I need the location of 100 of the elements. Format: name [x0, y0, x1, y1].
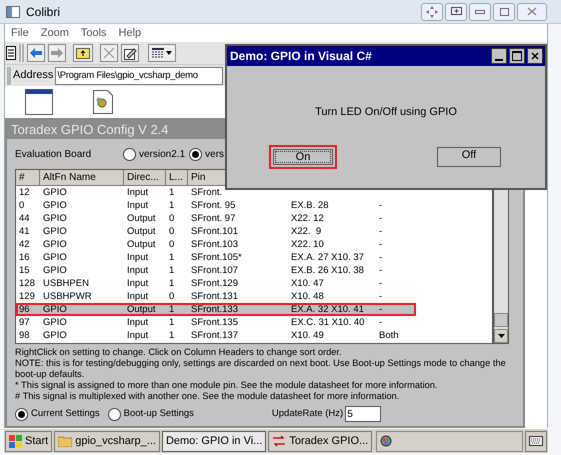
maximize-icon	[500, 8, 508, 16]
properties-button[interactable]	[121, 44, 139, 62]
down-arrow-icon	[498, 334, 504, 338]
table-cell-text: -	[378, 225, 384, 238]
address-field[interactable]: \Program Files\gpio_vcsharp_demo	[55, 66, 224, 84]
table-cell-text: SFront.107	[190, 264, 239, 277]
table-cell-text: -	[378, 264, 384, 277]
arrows-icon	[272, 435, 286, 447]
keyboard-button[interactable]	[525, 430, 547, 452]
up-folder-button[interactable]	[73, 44, 93, 62]
menu-item[interactable]: Zoom	[40, 24, 69, 42]
dock-button[interactable]	[445, 2, 467, 20]
menu-item[interactable]: Tools	[80, 24, 107, 42]
menu-item[interactable]: Help	[118, 24, 142, 42]
app-title: Toradex GPIO Config V 2.4	[11, 120, 169, 139]
right-arrow-icon	[51, 48, 63, 58]
close-button[interactable]	[527, 48, 543, 64]
radio-button[interactable]	[189, 148, 202, 160]
back-button[interactable]	[27, 44, 45, 62]
table-cell-text: X22. 9	[290, 225, 322, 238]
grip-icon	[7, 66, 11, 84]
column-header[interactable]: #	[16, 170, 40, 186]
table-cell-text: EX.A. 32 X10. 41	[290, 303, 365, 316]
table-row[interactable]: 97 GPIO Input 1 SFront.135 EX.C. 31 X10. 40 -	[16, 316, 416, 329]
table-cell-text: X10. 48	[290, 290, 325, 303]
grip-icon	[19, 44, 24, 62]
table-cell-text: GPIO	[42, 225, 68, 238]
table-cell-text: 1	[168, 329, 176, 342]
column-header[interactable]: Direc...	[124, 170, 166, 186]
grid-icon	[152, 48, 164, 58]
minimize-button[interactable]	[469, 2, 491, 20]
table-row[interactable]: 41 GPIO Output 0 SFront.101 X22. 9 -	[16, 225, 416, 238]
table-cell-text: 0	[168, 290, 176, 303]
dialog-message: Turn LED On/Off using GPIO	[314, 105, 458, 120]
taskbar-button[interactable]: Toradex GPIO...	[268, 430, 372, 452]
tray-icon[interactable]	[380, 435, 392, 447]
selected-row[interactable]: 96 GPIO Output 1 SFront.133 EX.A. 32 X10. 41 -	[16, 303, 416, 316]
table-cell-text: SFront.137	[190, 329, 239, 342]
left-arrow-icon	[30, 48, 42, 58]
table-row[interactable]: 128 USBHPEN Input 1 SFront.129 X10. 47 -	[16, 277, 416, 290]
table-row[interactable]: 12 GPIO Input 1 SFront.	[16, 186, 416, 199]
table-cell-text: Input	[126, 290, 150, 303]
radio-label: version2.1	[139, 148, 186, 162]
table-cell-text: GPIO	[42, 264, 68, 277]
table-row[interactable]: 0 GPIO Input 1 SFront. 95 EX.B. 28 -	[16, 199, 416, 212]
forward-button[interactable]	[48, 44, 66, 62]
table-cell-text: Input	[126, 264, 150, 277]
dialog-title: Demo: GPIO in Visual C#	[230, 48, 372, 65]
document-icon[interactable]	[6, 46, 16, 60]
table-row[interactable]: 42 GPIO Output 0 SFront.103 X22. 10 -	[16, 238, 416, 251]
table-cell-text: SFront.135	[190, 316, 239, 329]
radio-button[interactable]	[123, 148, 136, 160]
window-icon[interactable]	[25, 89, 53, 115]
table-cell-text: X22. 10	[290, 238, 325, 251]
table-cell-text: X22. 12	[290, 212, 325, 225]
table-row[interactable]: 44 GPIO Output 0 SFront. 97 X22. 12 -	[16, 212, 416, 225]
taskbar-button[interactable]: Demo: GPIO in Vi...	[162, 430, 266, 452]
table-row[interactable]: 16 GPIO Input 1 SFront.105* EX.A. 27 X10. 37 -	[16, 251, 416, 264]
table-cell-text: Output	[126, 238, 157, 251]
gear-file-icon[interactable]	[93, 90, 113, 114]
scroll-down-button[interactable]	[494, 329, 508, 343]
table-row[interactable]: 129 USBHPWR Input 0 SFront.131 X10. 48 -	[16, 290, 416, 303]
table-cell-text: GPIO	[42, 316, 68, 329]
scrollbar-thumb[interactable]	[494, 313, 508, 327]
column-header[interactable]: AltFn Name	[40, 170, 124, 186]
taskbar-button[interactable]: gpio_vcsharp_...	[54, 430, 160, 452]
table-cell-text: 1	[168, 251, 176, 264]
update-rate-label: UpdateRate (Hz)	[272, 406, 344, 421]
start-button[interactable]: Start	[5, 430, 52, 452]
column-header[interactable]: L...	[166, 170, 188, 186]
table-cell-text: -	[378, 303, 384, 316]
table-cell-text: Input	[126, 186, 150, 199]
dialog-button[interactable]: On	[269, 144, 337, 168]
table-cell-text: Output	[126, 225, 157, 238]
maximize-button[interactable]	[509, 48, 525, 64]
menu-item[interactable]: File	[11, 24, 29, 42]
move-button[interactable]	[421, 2, 443, 20]
table-cell-text: 1	[168, 264, 176, 277]
table-cell-text: 44	[18, 212, 31, 225]
maximize-button[interactable]	[493, 2, 515, 20]
table-cell-text: 12	[18, 186, 31, 199]
table-cell-text: 129	[18, 290, 36, 303]
window-icon	[6, 6, 20, 18]
table-cell-text: -	[378, 212, 384, 225]
radio-button[interactable]	[108, 408, 121, 420]
table-cell-text: GPIO	[42, 212, 68, 225]
table-cell-text: -	[378, 199, 384, 212]
view-button[interactable]	[148, 44, 176, 62]
table-cell-text: EX.A. 27 X10. 37	[290, 251, 365, 264]
radio-button[interactable]	[15, 408, 28, 420]
table-row[interactable]: 15 GPIO Input 1 SFront.107 EX.B. 26 X10. 38 -	[16, 264, 416, 277]
dialog-button[interactable]: Off	[435, 144, 503, 168]
minimize-button[interactable]	[491, 48, 507, 64]
note-text: # This signal is multiplexed with another one. See the module datasheet for more information.	[15, 391, 400, 402]
table-cell-text: Input	[126, 251, 150, 264]
radio-label: Current Settings	[31, 406, 100, 421]
table-cell-text: SFront.101	[190, 225, 239, 238]
table-cell-text: 0	[168, 225, 176, 238]
table-row[interactable]: 98 GPIO Input 1 SFront.137 X10. 49 Both	[16, 329, 416, 342]
update-rate-field[interactable]: 5	[345, 406, 382, 422]
